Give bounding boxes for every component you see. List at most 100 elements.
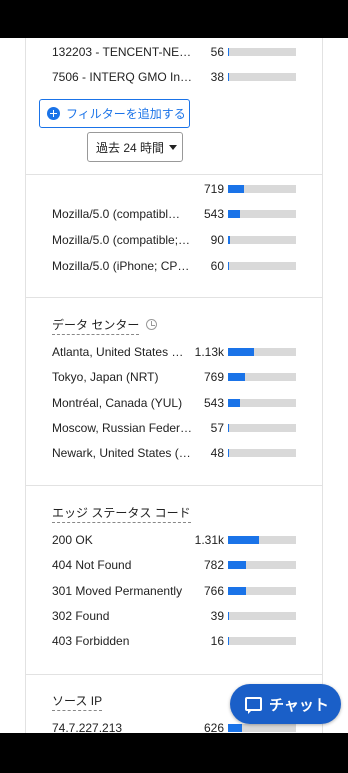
row-count: 57 — [210, 421, 224, 435]
divider — [26, 485, 322, 486]
row-bar — [228, 73, 296, 81]
list-item[interactable]: Tokyo, Japan (NRT) 769 — [26, 367, 322, 387]
row-label: Montréal, Canada (YUL) — [52, 396, 183, 410]
list-item[interactable]: Mozilla/5.0 (compatibl… 543 — [26, 204, 322, 224]
row-count: 60 — [210, 259, 224, 273]
row-bar-fill — [228, 612, 230, 620]
row-count: 16 — [210, 634, 224, 648]
row-label: Mozilla/5.0 (compatibl… — [52, 207, 181, 221]
caret-down-icon — [169, 144, 178, 150]
row-bar-fill — [228, 373, 245, 381]
row-bar-fill — [228, 399, 240, 407]
row-count: 543 — [203, 396, 224, 410]
data-center-title[interactable]: データ センター — [52, 317, 140, 335]
chat-button-label: チャット — [269, 696, 329, 714]
row-bar-fill — [228, 587, 246, 595]
row-label: 301 Moved Permanently — [52, 584, 183, 598]
row-bar — [228, 561, 296, 569]
list-item[interactable]: 200 OK 1.31k — [26, 530, 322, 550]
list-item[interactable]: 301 Moved Permanently 766 — [26, 581, 322, 601]
list-item[interactable]: 719 — [26, 179, 322, 199]
list-item[interactable]: Montréal, Canada (YUL) 543 — [26, 393, 322, 413]
add-filter-label: フィルターを追加する — [66, 107, 186, 121]
row-bar — [228, 210, 296, 218]
divider — [26, 674, 322, 675]
row-count: 719 — [203, 182, 224, 196]
row-count: 766 — [203, 584, 224, 598]
row-count: 1.13k — [194, 345, 224, 359]
row-bar — [228, 185, 296, 193]
row-bar-fill — [228, 449, 230, 457]
row-count: 56 — [210, 45, 224, 59]
add-filter-button[interactable]: フィルターを追加する — [39, 99, 190, 128]
list-item[interactable]: 7506 - INTERQ GMO Int… 38 — [26, 67, 322, 87]
clock-icon[interactable] — [146, 319, 157, 330]
row-label: Atlanta, United States … — [52, 345, 184, 359]
row-label: Newark, United States (… — [52, 446, 191, 460]
row-bar — [228, 348, 296, 356]
top-black-bar — [0, 0, 348, 38]
row-bar — [228, 262, 296, 270]
row-label: 404 Not Found — [52, 558, 132, 572]
bottom-black-bar — [0, 733, 348, 773]
list-item[interactable]: 302 Found 39 — [26, 606, 322, 626]
row-bar — [228, 449, 296, 457]
row-bar-fill — [228, 724, 242, 732]
row-bar — [228, 637, 296, 645]
time-range-select[interactable]: 過去 24 時間 — [87, 132, 183, 162]
row-label: 403 Forbidden — [52, 634, 130, 648]
row-bar-fill — [228, 48, 230, 56]
row-count: 48 — [210, 446, 224, 460]
list-item[interactable]: Moscow, Russian Feder… 57 — [26, 418, 322, 438]
row-bar-fill — [228, 185, 245, 193]
row-bar — [228, 612, 296, 620]
row-bar — [228, 587, 296, 595]
chat-bubble-icon — [245, 697, 262, 714]
row-bar — [228, 724, 296, 732]
analytics-panel: 132203 - TENCENT-NE… 56 7506 - INTERQ GM… — [25, 38, 323, 733]
source-ip-title[interactable]: ソース IP — [52, 693, 103, 711]
row-count: 626 — [203, 721, 224, 733]
row-label: 74.7.227.213 — [52, 721, 123, 733]
row-count: 39 — [210, 609, 224, 623]
row-bar-fill — [228, 210, 240, 218]
row-bar — [228, 536, 296, 544]
row-count: 38 — [210, 70, 224, 84]
row-bar-fill — [228, 236, 231, 244]
row-label: 200 OK — [52, 533, 93, 547]
row-bar-fill — [228, 73, 230, 81]
edge-status-title[interactable]: エッジ ステータス コード — [52, 505, 191, 523]
list-item[interactable]: Newark, United States (… 48 — [26, 443, 322, 463]
row-count: 782 — [203, 558, 224, 572]
time-range-label: 過去 24 時間 — [96, 140, 165, 155]
row-label: 132203 - TENCENT-NE… — [52, 45, 192, 59]
row-label: Mozilla/5.0 (compatible;… — [52, 233, 191, 247]
row-label: Moscow, Russian Feder… — [52, 421, 193, 435]
list-item[interactable]: 403 Forbidden 16 — [26, 631, 322, 651]
row-count: 1.31k — [194, 533, 224, 547]
list-item[interactable]: Mozilla/5.0 (compatible;… 90 — [26, 230, 322, 250]
row-count: 769 — [203, 370, 224, 384]
row-bar-fill — [228, 424, 230, 432]
list-item[interactable]: Mozilla/5.0 (iPhone; CP… 60 — [26, 256, 322, 276]
row-bar-fill — [228, 348, 254, 356]
row-bar — [228, 236, 296, 244]
row-bar-fill — [228, 262, 230, 270]
list-item[interactable]: 404 Not Found 782 — [26, 555, 322, 575]
chat-button[interactable]: チャット — [230, 684, 341, 724]
row-bar-fill — [228, 536, 259, 544]
row-bar — [228, 424, 296, 432]
row-label: Tokyo, Japan (NRT) — [52, 370, 159, 384]
list-item[interactable]: Atlanta, United States … 1.13k — [26, 342, 322, 362]
list-item[interactable]: 132203 - TENCENT-NE… 56 — [26, 42, 322, 62]
row-label: 7506 - INTERQ GMO Int… — [52, 70, 194, 84]
row-bar-fill — [228, 637, 230, 645]
row-bar — [228, 399, 296, 407]
row-bar-fill — [228, 561, 247, 569]
row-label: 302 Found — [52, 609, 110, 623]
row-bar — [228, 48, 296, 56]
plus-circle-icon — [47, 107, 60, 120]
divider — [26, 174, 322, 175]
row-count: 543 — [203, 207, 224, 221]
row-bar — [228, 373, 296, 381]
